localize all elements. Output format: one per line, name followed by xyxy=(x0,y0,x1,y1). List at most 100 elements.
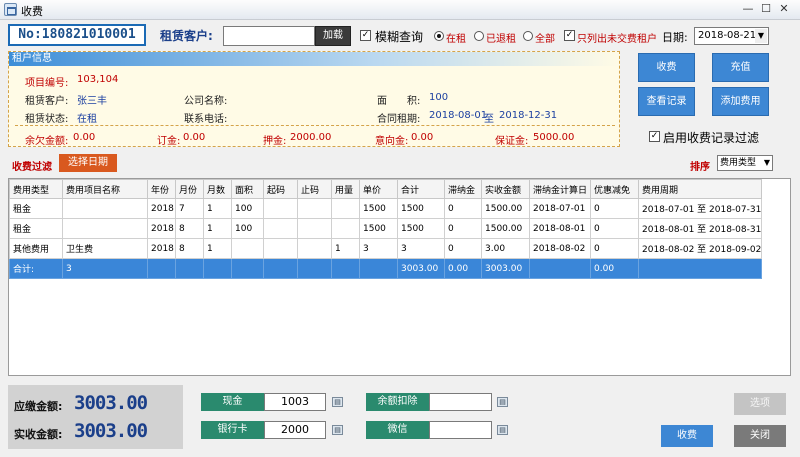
table-cell: 2018-08-02 至 2018-09-02 xyxy=(637,238,763,259)
sort-label: 排序 xyxy=(690,162,710,173)
table-cell: 1500 xyxy=(397,198,445,219)
enable-filter-label: 启用收费记录过滤 xyxy=(663,131,760,145)
keypad-icon[interactable]: ▤ xyxy=(332,397,343,407)
fee-table-grid: 费用类型 费用项目名称 年份 月份 月数 面积 起码 止码 用量 单价 合计 滞纳金 实收金额 滞纳金计算… xyxy=(9,179,763,279)
table-cell: 1500.00 xyxy=(481,218,530,239)
phone-label: 联系电话: xyxy=(184,114,228,125)
table-cell: 租金 xyxy=(9,198,63,219)
tenant-info-header: 租户信息 xyxy=(9,52,619,66)
column-header[interactable]: 优惠减免 xyxy=(590,179,639,199)
area-value: 100 xyxy=(429,92,449,103)
total-cell xyxy=(529,258,591,279)
fuzzy-search-checkbox[interactable]: ✓ xyxy=(360,30,371,41)
total-cell xyxy=(359,258,398,279)
title-bar: 收费 — ☐ ✕ xyxy=(0,0,800,20)
deposit-order-label: 订金: xyxy=(157,136,181,147)
sort-select[interactable]: 费用类型 ▼ xyxy=(717,155,773,171)
paid-value: 3003.00 xyxy=(74,420,148,442)
column-header[interactable]: 用量 xyxy=(331,179,360,199)
total-cell: 合计: xyxy=(9,258,63,279)
unpaid-only-checkbox[interactable]: ✓ xyxy=(564,30,575,41)
bank-card-input[interactable]: 2000 xyxy=(264,421,326,439)
table-cell: 0 xyxy=(444,218,482,239)
column-header[interactable]: 滞纳金计算日 xyxy=(529,179,591,199)
keypad-icon[interactable]: ▤ xyxy=(497,425,508,435)
table-cell: 1 xyxy=(203,198,232,219)
column-header[interactable]: 月份 xyxy=(175,179,204,199)
total-cell xyxy=(231,258,264,279)
maximize-button[interactable]: ☐ xyxy=(758,2,774,17)
charge-top-button[interactable]: 收费 xyxy=(638,53,695,82)
paid-label: 实收金额: xyxy=(14,428,63,441)
guarantee-value: 5000.00 xyxy=(533,132,575,143)
table-row[interactable]: 租金 2018 8 1 100 1500 1500 0 1500.00 2018-08-01 0 20… xyxy=(9,218,763,239)
table-cell xyxy=(263,218,298,239)
pick-date-button[interactable]: 选择日期 xyxy=(59,154,117,172)
column-header[interactable]: 滞纳金 xyxy=(444,179,482,199)
total-cell xyxy=(331,258,360,279)
total-cell xyxy=(637,258,763,279)
column-header[interactable]: 费用类型 xyxy=(9,179,63,199)
window-title: 收费 xyxy=(21,5,43,18)
table-row[interactable]: 租金 2018 7 1 100 1500 1500 0 1500.00 2018-07-01 0 20… xyxy=(9,198,763,219)
total-cell: 0.00 xyxy=(444,258,482,279)
wechat-input[interactable] xyxy=(429,421,492,439)
column-header[interactable]: 费用项目名称 xyxy=(62,179,148,199)
keypad-icon[interactable]: ▤ xyxy=(497,397,508,407)
column-header[interactable]: 单价 xyxy=(359,179,398,199)
options-button[interactable]: 选项 xyxy=(734,393,786,415)
table-cell: 0 xyxy=(444,238,482,259)
arrears-label: 余欠金额: xyxy=(25,136,69,147)
view-records-button[interactable]: 查看记录 xyxy=(638,87,695,116)
charge-button[interactable]: 收费 xyxy=(661,425,713,447)
balance-label: 余额扣除 xyxy=(366,393,429,411)
close-window-button[interactable]: ✕ xyxy=(776,2,792,17)
table-header-row: 费用类型 费用项目名称 年份 月份 月数 面积 起码 止码 用量 单价 合计 滞纳金 实收金额 滞纳金计算… xyxy=(9,179,763,199)
keypad-icon[interactable]: ▤ xyxy=(332,425,343,435)
chevron-down-icon[interactable]: ▼ xyxy=(755,29,767,43)
fee-table[interactable]: 费用类型 费用项目名称 年份 月份 月数 面积 起码 止码 用量 单价 合计 滞纳金 实收金额 滞纳金计算… xyxy=(8,178,791,376)
table-cell: 8 xyxy=(175,238,204,259)
table-cell: 3.00 xyxy=(481,238,530,259)
radio-all-label: 全部 xyxy=(535,34,555,45)
radio-all[interactable] xyxy=(523,31,533,41)
column-header[interactable]: 实收金额 xyxy=(481,179,530,199)
guarantee-label: 保证金: xyxy=(495,136,529,147)
column-header[interactable]: 合计 xyxy=(397,179,445,199)
column-header[interactable]: 费用周期 xyxy=(637,179,763,199)
minimize-button[interactable]: — xyxy=(740,2,756,17)
column-header[interactable]: 起码 xyxy=(263,179,298,199)
enable-filter-checkbox[interactable]: ✓ xyxy=(649,131,660,142)
load-button[interactable]: 加载 xyxy=(315,26,351,46)
recharge-button[interactable]: 充值 xyxy=(712,53,769,82)
total-cell xyxy=(203,258,232,279)
column-header[interactable]: 面积 xyxy=(231,179,264,199)
table-cell: 3 xyxy=(397,238,445,259)
column-header[interactable]: 年份 xyxy=(147,179,176,199)
project-no-value: 103,104 xyxy=(77,74,119,85)
table-row[interactable]: 其他费用 卫生费 2018 8 1 1 3 3 0 3.00 2018-08-02 0 2018-08-… xyxy=(9,238,763,259)
balance-input[interactable] xyxy=(429,393,492,411)
radio-returned[interactable] xyxy=(474,31,484,41)
table-cell: 2018-08-01 xyxy=(529,218,591,239)
renter-search-label: 租赁客户: xyxy=(160,29,213,43)
table-cell: 2018 xyxy=(147,238,176,259)
contract-from: 2018-08-01 xyxy=(429,110,488,121)
table-cell xyxy=(62,218,148,239)
total-cell: 0.00 xyxy=(590,258,639,279)
table-cell xyxy=(331,198,360,219)
intent-label: 意向金: xyxy=(375,136,409,147)
add-fee-button[interactable]: 添加费用 xyxy=(712,87,769,116)
column-header[interactable]: 月数 xyxy=(203,179,232,199)
radio-active[interactable] xyxy=(434,31,444,41)
table-cell: 1 xyxy=(331,238,360,259)
total-cell: 3 xyxy=(62,258,148,279)
close-button[interactable]: 关闭 xyxy=(734,425,786,447)
column-header[interactable]: 止码 xyxy=(297,179,332,199)
cash-input[interactable]: 1003 xyxy=(264,393,326,411)
date-picker[interactable]: 2018-08-21 ▼ xyxy=(694,27,769,45)
total-row[interactable]: 合计: 3 3003.00 0.00 3003.00 0.00 xyxy=(9,258,763,279)
table-cell: 2018-07-01 xyxy=(529,198,591,219)
renter-search-input[interactable] xyxy=(223,26,315,46)
table-cell: 8 xyxy=(175,218,204,239)
